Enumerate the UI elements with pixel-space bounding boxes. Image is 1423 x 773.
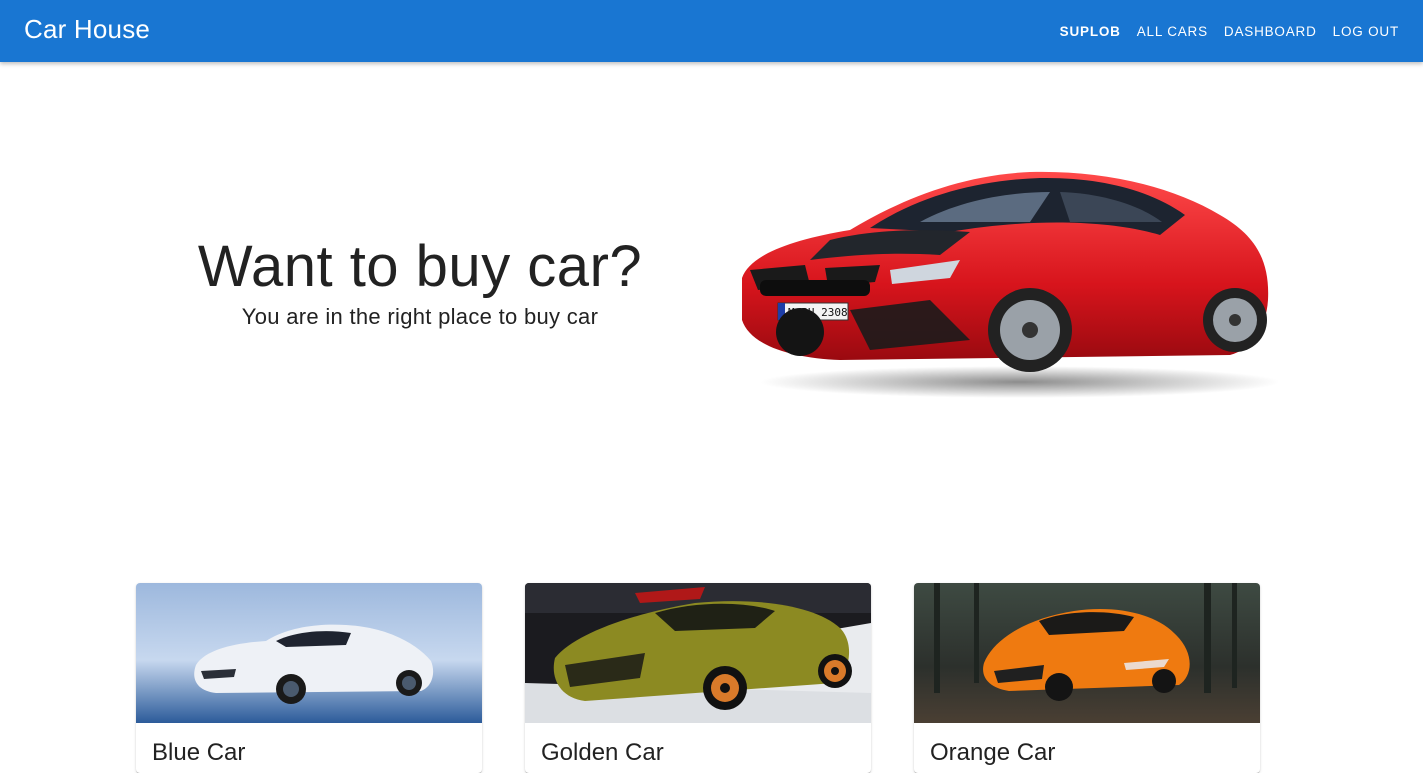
nav-user[interactable]: SUPLOB [1060, 24, 1121, 39]
hero-subtitle: You are in the right place to buy car [241, 304, 599, 329]
white-sports-car-image [136, 583, 482, 723]
car-card-golden[interactable]: Golden Car [525, 583, 871, 773]
gold-sports-car-image [525, 583, 871, 723]
app-bar: Car House SUPLOB ALL CARS DASHBOARD LOG … [0, 0, 1423, 62]
brand-title[interactable]: Car House [24, 14, 150, 45]
nav-log-out[interactable]: LOG OUT [1333, 24, 1399, 39]
car-card-title: Golden Car [541, 739, 664, 766]
hero-text: Want to buy car? You are in the right pl… [170, 232, 670, 330]
car-card-title: Blue Car [152, 739, 246, 766]
nav-all-cars[interactable]: ALL CARS [1137, 24, 1208, 39]
car-card-orange[interactable]: Orange Car [914, 583, 1260, 773]
red-sports-car-image: M PU 2308 [730, 160, 1280, 400]
car-card-blue[interactable]: Blue Car [136, 583, 482, 773]
nav-dashboard[interactable]: DASHBOARD [1224, 24, 1317, 39]
hero-title: Want to buy car? [197, 234, 643, 299]
car-card-title: Orange Car [930, 739, 1056, 766]
orange-sports-car-image [914, 583, 1260, 723]
nav-menu: SUPLOB ALL CARS DASHBOARD LOG OUT [1044, 0, 1399, 62]
